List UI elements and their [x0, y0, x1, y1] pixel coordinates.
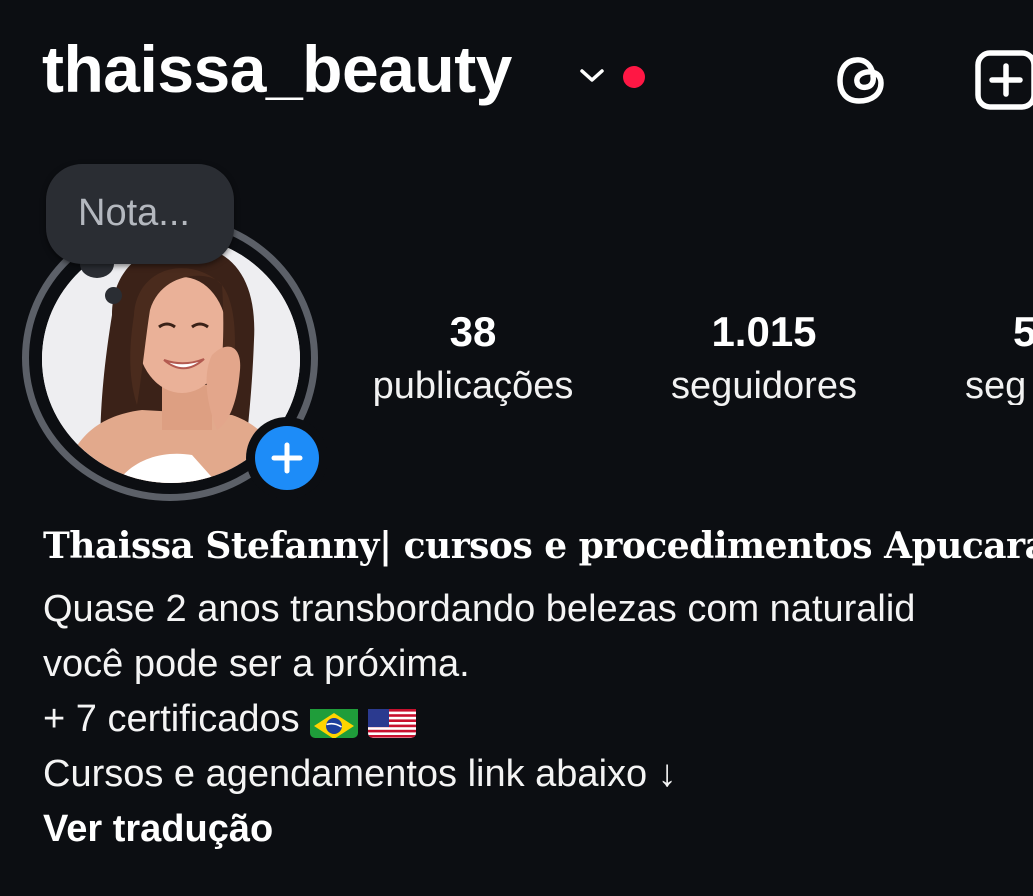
notification-dot: [623, 66, 645, 88]
brazil-flag: [309, 704, 358, 738]
stat-label: publicações: [372, 365, 574, 407]
profile-header: thaissa_beauty: [0, 0, 1033, 160]
plus-square-icon[interactable]: [974, 50, 1033, 110]
note-placeholder: Nota...: [78, 192, 190, 234]
bio-certificates-text: + 7 certificados: [43, 698, 300, 740]
note-bubble-tail-dot: [105, 287, 122, 304]
stat-label: seg: [965, 365, 1027, 405]
bio-line: você pode ser a próxima.: [43, 643, 470, 685]
bio-name: Thaissa Stefanny| cursos e procedimentos…: [43, 525, 1033, 567]
stat-value: 38: [449, 308, 497, 355]
stat-value: 1.015: [711, 308, 817, 355]
bio-line-certificates: + 7 certificados: [43, 692, 1033, 747]
add-story-button[interactable]: [246, 417, 328, 499]
bio-section: Thaissa Stefanny| cursos e procedimentos…: [43, 528, 1033, 857]
profile-page: thaissa_beauty Nota... 38 publicações 1.…: [0, 0, 1033, 896]
plus-icon: [271, 442, 303, 474]
add-story-circle: [255, 426, 319, 490]
usa-flag: [367, 704, 416, 738]
username-title[interactable]: thaissa_beauty: [42, 36, 512, 102]
stat-followers[interactable]: 1.015 seguidores: [655, 308, 873, 407]
stat-label: seguidores: [671, 365, 857, 407]
stat-following[interactable]: 5 seg: [965, 311, 1033, 405]
see-translation-link[interactable]: Ver tradução: [43, 802, 1033, 857]
stat-posts[interactable]: 38 publicações: [355, 308, 591, 407]
threads-icon[interactable]: [832, 50, 892, 110]
note-bubble[interactable]: Nota...: [46, 164, 234, 264]
bio-line: Cursos e agendamentos link abaixo ↓: [43, 753, 677, 795]
stat-value: 5: [1013, 311, 1033, 355]
bio-line: Quase 2 anos transbordando belezas com n…: [43, 588, 916, 630]
chevron-down-icon[interactable]: [577, 66, 607, 86]
